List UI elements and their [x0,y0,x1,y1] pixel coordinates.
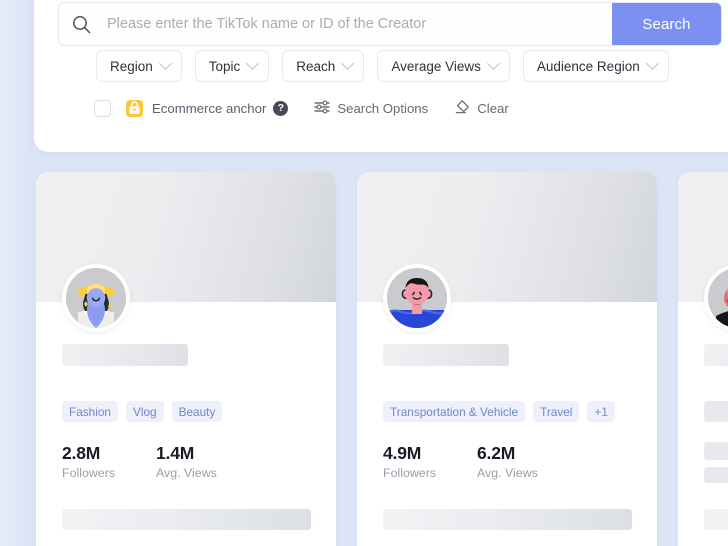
creator-card[interactable] [678,172,728,546]
eraser-icon [454,99,470,118]
creator-name-placeholder [383,344,509,366]
sliders-icon [314,99,331,117]
filter-chip-reach[interactable]: Reach [282,50,365,82]
stat-group: 4.9M Followers 6.2M Avg. Views [383,442,543,483]
chevron-down-icon [645,56,659,70]
avatar[interactable] [383,264,451,332]
stat-placeholder [704,467,728,483]
filter-chip-average-views[interactable]: Average Views [377,50,510,82]
search-bar[interactable]: Search [58,2,722,46]
stat-value: 6.2M [477,443,516,463]
search-panel: Search Region Topic Reach Average Views … [34,0,728,152]
shopping-bag-icon [125,99,144,118]
chevron-down-icon [158,56,172,70]
tag[interactable]: Fashion [62,401,118,422]
tag[interactable]: Travel [533,401,580,422]
tag[interactable]: Beauty [171,401,223,422]
stat-value: 1.4M [156,443,195,463]
search-icon [59,3,103,45]
avatar-woman-sun-hat-icon [66,268,126,328]
card-action-placeholder [704,509,728,530]
filter-chip-audience-region[interactable]: Audience Region [522,50,669,82]
search-options-row: Ecommerce anchor ? Search Options Clear [94,96,509,120]
help-icon[interactable]: ? [273,100,289,116]
creator-name-placeholder [62,344,188,366]
tag-list: Fashion Vlog Beauty [62,401,223,422]
filter-chip-label: Audience Region [536,58,640,74]
ecommerce-anchor-label: Ecommerce anchor [152,100,267,116]
clear-button[interactable]: Clear [454,99,509,118]
stat-label: Followers [383,466,437,480]
chevron-down-icon [487,56,500,70]
creator-card-list: Fashion Vlog Beauty 2.8M Followers 1.4M … [36,172,728,546]
tag-overflow-count[interactable]: +1 [587,401,615,422]
card-action-placeholder [62,509,311,530]
clear-label: Clear [477,100,509,116]
search-options-label: Search Options [337,100,429,116]
card-action-placeholder [383,509,632,530]
search-input[interactable] [103,3,612,45]
avatar-pink-character-icon [708,268,728,328]
avatar-man-swimming-icon [387,268,447,328]
filter-chip-topic[interactable]: Topic [194,50,270,82]
page-root: Search Region Topic Reach Average Views … [0,0,728,546]
creator-card[interactable]: Fashion Vlog Beauty 2.8M Followers 1.4M … [36,172,336,546]
tag[interactable]: Vlog [125,401,164,422]
stat-avg-views: 6.2M Avg. Views [477,442,543,483]
stat-value: 4.9M [383,443,422,463]
creator-card[interactable]: Transportation & Vehicle Travel +1 4.9M … [357,172,657,546]
tag[interactable]: Transportation & Vehicle [383,401,526,422]
tag-placeholder [704,401,728,422]
search-button[interactable]: Search [612,3,721,45]
stat-label: Followers [62,466,116,480]
stat-label: Avg. Views [156,466,217,480]
tag-list: Transportation & Vehicle Travel +1 [383,401,615,422]
filter-chip-region[interactable]: Region [96,50,182,82]
filter-chip-label: Reach [296,58,336,74]
stat-placeholder [704,442,728,460]
stat-value: 2.8M [62,443,101,463]
stat-followers: 4.9M Followers [383,442,449,483]
stat-group: 2.8M Followers 1.4M Avg. Views [62,442,222,483]
filter-chip-label: Topic [208,58,241,74]
stat-label: Avg. Views [477,466,538,480]
search-options-button[interactable]: Search Options [314,99,429,117]
stat-followers: 2.8M Followers [62,442,128,483]
stat-avg-views: 1.4M Avg. Views [156,442,222,483]
filter-chip-label: Region [110,58,153,74]
filter-chip-row: Region Topic Reach Average Views Audienc… [96,50,669,82]
avatar[interactable] [62,264,130,332]
chevron-down-icon [341,56,355,70]
ecommerce-anchor-checkbox[interactable] [94,99,111,117]
chevron-down-icon [246,56,260,70]
creator-name-placeholder [704,344,728,366]
filter-chip-label: Average Views [391,58,481,74]
